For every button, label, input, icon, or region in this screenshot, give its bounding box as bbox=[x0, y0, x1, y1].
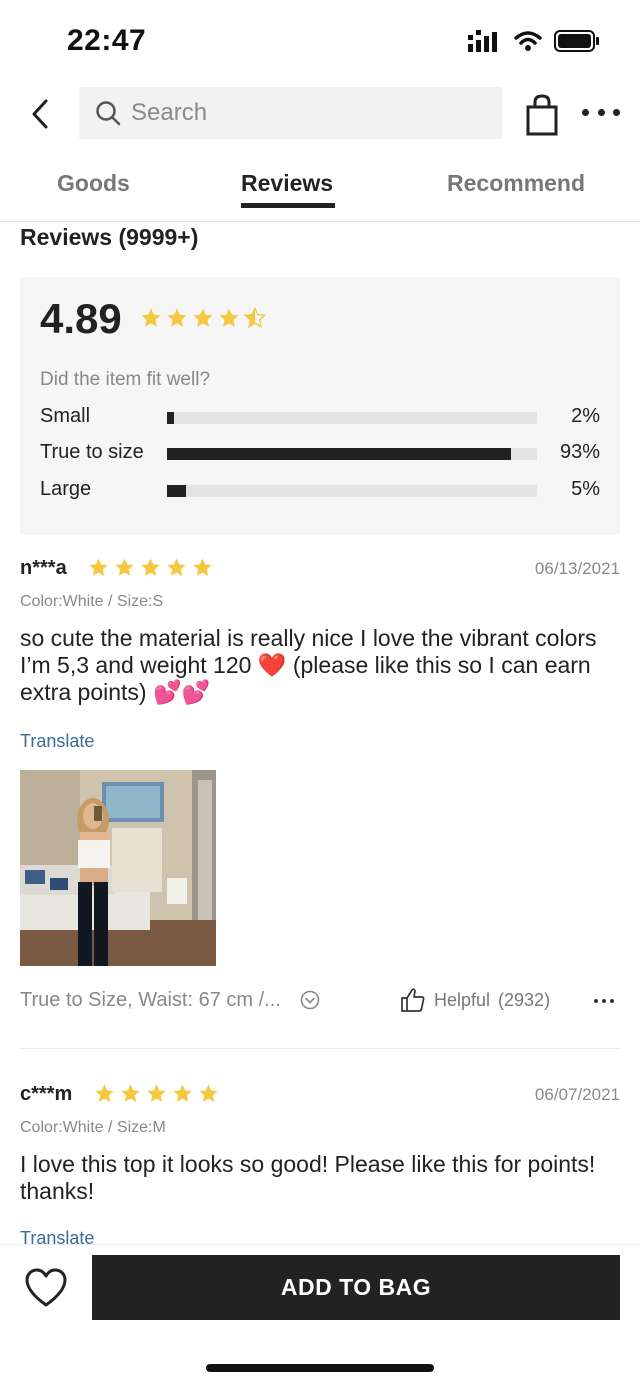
review-username: c***m bbox=[20, 1083, 73, 1105]
tab-bar: Goods Reviews Recommend bbox=[0, 160, 640, 222]
helpful-count: (2932) bbox=[498, 989, 551, 1010]
helpful-label: Helpful bbox=[434, 989, 491, 1010]
battery-icon bbox=[554, 30, 599, 52]
heart-icon bbox=[25, 1268, 67, 1307]
helpful-button[interactable]: Helpful (2932) bbox=[400, 987, 550, 1013]
tab-reviews[interactable]: Reviews bbox=[241, 170, 333, 197]
review-footer: True to Size, Waist: 67 cm /... Helpful … bbox=[20, 987, 620, 1019]
wishlist-button[interactable] bbox=[24, 1267, 68, 1309]
review-date: 06/13/2021 bbox=[534, 559, 620, 578]
fit-bar-fill bbox=[167, 448, 512, 460]
star-icon bbox=[89, 558, 108, 576]
status-bar: 22:47 bbox=[0, 0, 640, 80]
more-dot bbox=[610, 999, 614, 1003]
review-photo[interactable] bbox=[20, 770, 216, 966]
search-icon bbox=[96, 101, 121, 126]
fit-percent: 5% bbox=[571, 478, 600, 500]
more-options-button[interactable] bbox=[582, 102, 620, 122]
bottom-action-bar: ADD TO BAG bbox=[0, 1244, 640, 1385]
tab-recommend[interactable]: Recommend bbox=[447, 170, 585, 197]
review-divider bbox=[20, 1048, 620, 1049]
active-tab-indicator bbox=[241, 203, 335, 208]
fit-bar-fill bbox=[167, 412, 175, 424]
add-to-bag-button[interactable]: ADD TO BAG bbox=[92, 1255, 620, 1320]
back-arrow-icon bbox=[32, 99, 48, 129]
translate-link[interactable]: Translate bbox=[20, 731, 94, 752]
home-indicator bbox=[206, 1364, 434, 1372]
rating-summary: 4.89 Did the item fit well? Small 2% Tru… bbox=[20, 277, 620, 535]
status-icons bbox=[468, 30, 600, 52]
fit-row-small: Small 2% bbox=[40, 403, 600, 433]
star-icon bbox=[219, 308, 239, 327]
review-text: I love this top it looks so good! Please… bbox=[20, 1151, 596, 1204]
review-more-button[interactable] bbox=[594, 999, 614, 1003]
review-stars bbox=[88, 557, 213, 578]
more-dot bbox=[594, 999, 598, 1003]
fit-percent: 2% bbox=[571, 405, 600, 427]
fit-bar-track bbox=[167, 412, 537, 424]
more-dot bbox=[597, 108, 605, 116]
fit-row-true-to-size: True to size 93% bbox=[40, 439, 600, 469]
back-button[interactable] bbox=[22, 94, 58, 134]
search-placeholder: Search bbox=[131, 99, 208, 126]
rating-stars bbox=[140, 307, 266, 329]
star-icon bbox=[141, 558, 160, 576]
thumbs-up-icon bbox=[401, 988, 425, 1012]
fit-row-large: Large 5% bbox=[40, 476, 600, 506]
review-item: c***m 06/07/2021 Color:White / Size:M I … bbox=[20, 1083, 620, 1244]
star-icon bbox=[167, 558, 186, 576]
expand-icon[interactable] bbox=[300, 990, 320, 1015]
star-icon bbox=[95, 1084, 114, 1102]
review-variant: Color:White / Size:M bbox=[20, 1119, 166, 1136]
review-variant: Color:White / Size:S bbox=[20, 593, 164, 610]
fit-label: True to size bbox=[40, 441, 144, 463]
more-dot bbox=[582, 108, 589, 116]
wifi-icon bbox=[514, 31, 542, 51]
star-icon bbox=[193, 558, 212, 576]
tab-goods[interactable]: Goods bbox=[57, 170, 130, 197]
fit-bar-fill bbox=[167, 485, 186, 497]
star-icon bbox=[173, 1084, 192, 1102]
review-username: n***a bbox=[20, 557, 67, 579]
shopping-bag-button[interactable] bbox=[524, 94, 560, 136]
search-input[interactable]: Search bbox=[79, 87, 502, 139]
nav-bar: Search bbox=[0, 86, 640, 142]
fit-label: Small bbox=[40, 405, 91, 427]
star-icon bbox=[199, 1084, 218, 1102]
translate-link[interactable]: Translate bbox=[20, 1228, 94, 1244]
shopping-bag-icon bbox=[526, 94, 558, 136]
chevron-down-circle-icon bbox=[300, 990, 320, 1010]
star-half-icon bbox=[244, 307, 266, 329]
reviews-heading: Reviews (9999+) bbox=[20, 224, 199, 250]
review-text: so cute the material is really nice I lo… bbox=[20, 625, 597, 705]
star-icon bbox=[141, 308, 161, 327]
review-stars bbox=[94, 1083, 219, 1104]
fit-summary[interactable]: True to Size, Waist: 67 cm /... bbox=[20, 989, 281, 1012]
status-time: 22:47 bbox=[67, 24, 147, 57]
review-item: n***a 06/13/2021 Color:White / Size:S so… bbox=[20, 557, 620, 1037]
signal-icon bbox=[468, 30, 497, 52]
fit-question: Did the item fit well? bbox=[40, 369, 211, 390]
fit-label: Large bbox=[40, 478, 92, 500]
star-icon bbox=[115, 558, 134, 576]
star-icon bbox=[147, 1084, 166, 1102]
review-photo-image bbox=[20, 770, 216, 966]
review-date: 06/07/2021 bbox=[534, 1085, 620, 1104]
fit-bar-track bbox=[167, 485, 537, 497]
star-icon bbox=[121, 1084, 140, 1102]
rating-score: 4.89 bbox=[40, 295, 122, 342]
fit-percent: 93% bbox=[559, 441, 600, 463]
star-icon bbox=[193, 308, 213, 327]
more-dot bbox=[602, 999, 606, 1003]
more-dot bbox=[613, 108, 620, 116]
fit-bar-track bbox=[167, 448, 537, 460]
star-icon bbox=[167, 308, 187, 327]
